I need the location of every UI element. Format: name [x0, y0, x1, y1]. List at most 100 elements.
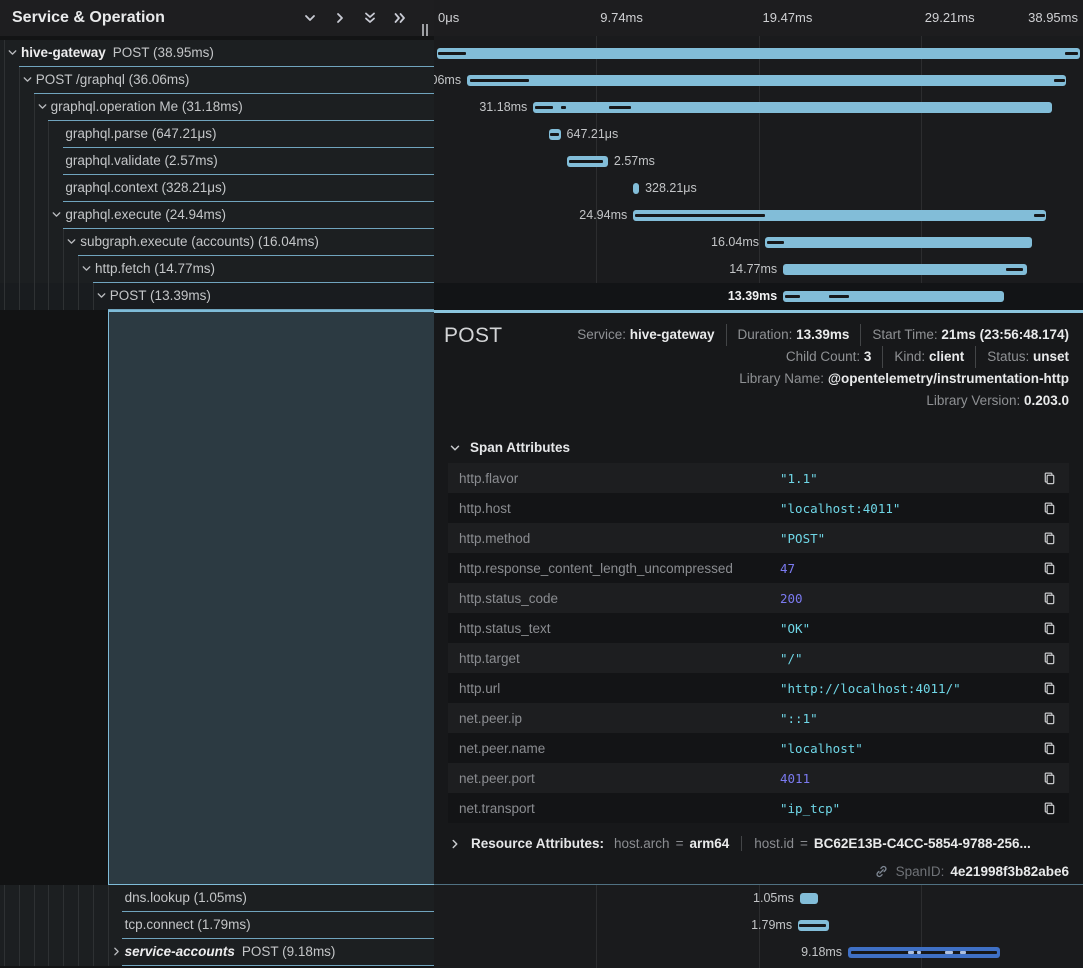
chevron-down-icon[interactable] [36, 100, 50, 114]
copy-icon[interactable] [1029, 771, 1069, 786]
indent-guide [4, 67, 5, 94]
meta-line: Service: hive-gatewayDuration: 13.39msSt… [577, 324, 1069, 346]
selected-span-detail-block[interactable] [108, 310, 434, 885]
collapse-one-icon[interactable] [301, 10, 318, 27]
attribute-value: "ip_tcp" [780, 801, 1029, 816]
span-attributes-toggle[interactable]: Span Attributes [448, 440, 570, 455]
tree-row[interactable]: graphql.context (328.21μs) [0, 175, 434, 202]
attribute-value: "1.1" [780, 471, 1029, 486]
indent-guide [48, 885, 49, 912]
meta-value: 0.203.0 [1024, 393, 1069, 408]
chevron-down-icon[interactable] [6, 46, 20, 60]
tree-row[interactable]: graphql.parse (647.21μs) [0, 121, 434, 148]
child-span-mark [799, 924, 826, 927]
indent-guide [93, 283, 94, 310]
timeline-row[interactable]: 16.04ms [434, 229, 1083, 256]
copy-icon[interactable] [1029, 741, 1069, 756]
child-span-mark [960, 951, 966, 954]
indent-guide [78, 256, 79, 283]
chevron-down-icon[interactable] [65, 235, 79, 249]
expand-one-icon[interactable] [331, 10, 348, 27]
span-bar[interactable] [467, 75, 1066, 86]
resource-attributes-row: Resource Attributes: host.arch=arm64host… [448, 836, 1031, 851]
span-bar[interactable] [783, 264, 1027, 275]
indent-guide [34, 229, 35, 256]
indent-guide [108, 939, 109, 966]
panel-resize-handle[interactable] [422, 24, 430, 36]
span-bar[interactable] [783, 291, 1004, 302]
copy-icon[interactable] [1029, 591, 1069, 606]
copy-icon[interactable] [1029, 681, 1069, 696]
meta-label: Service: [577, 327, 630, 342]
copy-icon[interactable] [1029, 621, 1069, 636]
copy-icon[interactable] [1029, 531, 1069, 546]
indent-guide [48, 283, 49, 310]
timeline-row[interactable] [434, 40, 1083, 67]
chevron-down-icon[interactable] [50, 208, 64, 222]
equals-sign: = [800, 836, 808, 851]
span-tree-rows-bottom: dns.lookup (1.05ms)tcp.connect (1.79ms) s… [0, 885, 434, 966]
span-bar[interactable] [800, 893, 818, 904]
span-bar[interactable] [437, 48, 1081, 59]
span-bar[interactable] [765, 237, 1032, 248]
copy-icon[interactable] [1029, 561, 1069, 576]
indent-guide [19, 885, 20, 912]
child-span-mark [569, 160, 603, 163]
span-label: graphql.operation Me (31.18ms) [51, 99, 243, 114]
link-icon[interactable] [874, 864, 889, 879]
collapse-all-icon[interactable] [361, 10, 378, 27]
timeline-row[interactable]: 1.05ms [434, 885, 1083, 912]
chevron-down-icon[interactable] [95, 289, 109, 303]
child-span-mark [438, 52, 466, 55]
tree-row[interactable]: dns.lookup (1.05ms) [0, 885, 434, 912]
resource-attributes-title[interactable]: Resource Attributes: [471, 836, 604, 851]
tree-row[interactable]: service-accountsPOST (9.18ms) [0, 939, 434, 966]
copy-icon[interactable] [1029, 501, 1069, 516]
tree-row[interactable]: POST (13.39ms) [0, 283, 434, 310]
tree-row[interactable]: http.fetch (14.77ms) [0, 256, 434, 283]
tree-row[interactable]: graphql.operation Me (31.18ms) [0, 94, 434, 121]
timeline-row[interactable]: 24.94ms [434, 202, 1083, 229]
copy-icon[interactable] [1029, 711, 1069, 726]
tree-row[interactable]: graphql.execute (24.94ms) [0, 202, 434, 229]
timeline-row[interactable]: 31.18ms [434, 94, 1083, 121]
chevron-right-icon[interactable] [448, 837, 462, 851]
indent-guide [48, 121, 49, 148]
attribute-value: "OK" [780, 621, 1029, 636]
tree-row[interactable]: subgraph.execute (accounts) (16.04ms) [0, 229, 434, 256]
tree-row[interactable]: hive-gatewayPOST (38.95ms) [0, 40, 434, 67]
chevron-down-icon[interactable] [80, 262, 94, 276]
indent-guide [4, 202, 5, 229]
indent-guide [93, 885, 94, 912]
copy-icon[interactable] [1029, 651, 1069, 666]
attribute-key: http.flavor [448, 471, 780, 486]
timeline-row[interactable]: 647.21μs [434, 121, 1083, 148]
expand-all-icon[interactable] [391, 10, 408, 27]
copy-icon[interactable] [1029, 801, 1069, 816]
indent-guide [63, 885, 64, 912]
timeline-row[interactable]: 328.21μs [434, 175, 1083, 202]
attribute-value: "http://localhost:4011/" [780, 681, 1029, 696]
chevron-right-icon[interactable] [110, 945, 124, 959]
timeline-row[interactable]: 13.39ms [434, 283, 1083, 310]
duration-label: 647.21μs [567, 127, 619, 141]
timeline-row[interactable]: 9.18ms [434, 939, 1083, 966]
timeline-row[interactable]: 2.57ms [434, 148, 1083, 175]
timeline-row[interactable]: 14.77ms [434, 256, 1083, 283]
copy-icon[interactable] [1029, 471, 1069, 486]
span-label: POST /graphql (36.06ms) [36, 72, 190, 87]
timeline-row[interactable]: 1.79ms [434, 912, 1083, 939]
operation-name: POST (9.18ms) [242, 944, 336, 959]
span-bar[interactable] [633, 183, 639, 194]
attribute-row: net.peer.name"localhost" [448, 733, 1069, 763]
chevron-down-icon[interactable] [21, 73, 35, 87]
span-tree-rows: hive-gatewayPOST (38.95ms) POST /graphql … [0, 40, 434, 310]
child-span-mark [609, 106, 631, 109]
span-label: service-accountsPOST (9.18ms) [125, 944, 336, 959]
tree-row[interactable]: tcp.connect (1.79ms) [0, 912, 434, 939]
indent-guide [34, 939, 35, 966]
tree-row[interactable]: POST /graphql (36.06ms) [0, 67, 434, 94]
timeline-row[interactable]: 36.06ms [434, 67, 1083, 94]
tree-row[interactable]: graphql.validate (2.57ms) [0, 148, 434, 175]
timeline-rows-bottom: 1.05ms1.79ms9.18ms [434, 885, 1083, 966]
